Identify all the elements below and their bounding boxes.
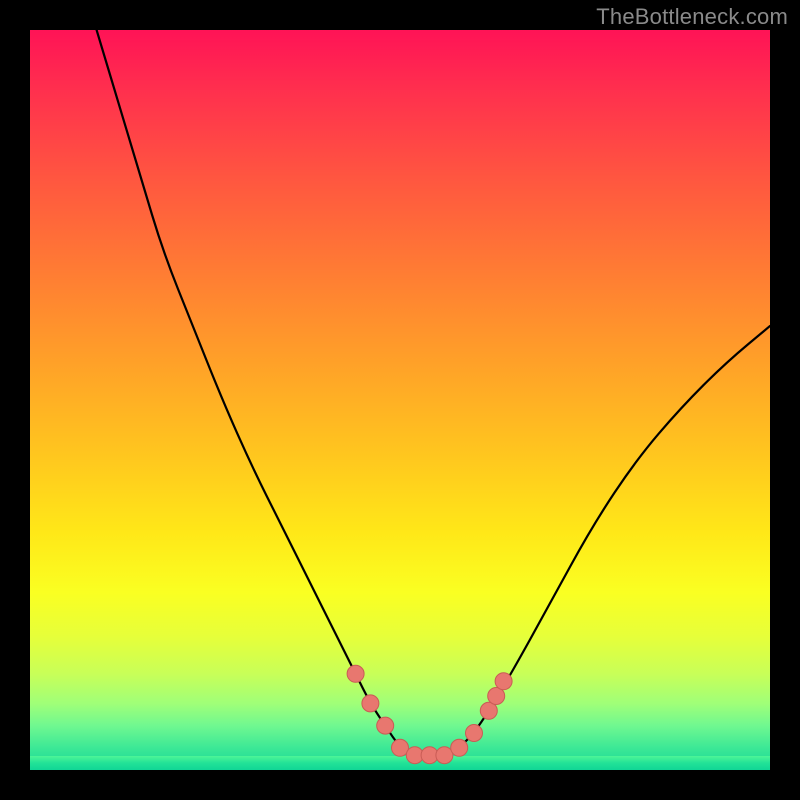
watermark-text: TheBottleneck.com <box>596 4 788 30</box>
chart-frame: TheBottleneck.com <box>0 0 800 800</box>
chart-svg <box>30 30 770 770</box>
marker-group <box>347 665 512 763</box>
curve-marker <box>451 739 468 756</box>
curve-marker <box>347 665 364 682</box>
curve-marker <box>362 695 379 712</box>
bottleneck-curve <box>97 30 770 755</box>
curve-marker <box>377 717 394 734</box>
curve-marker <box>466 725 483 742</box>
curve-marker <box>495 673 512 690</box>
